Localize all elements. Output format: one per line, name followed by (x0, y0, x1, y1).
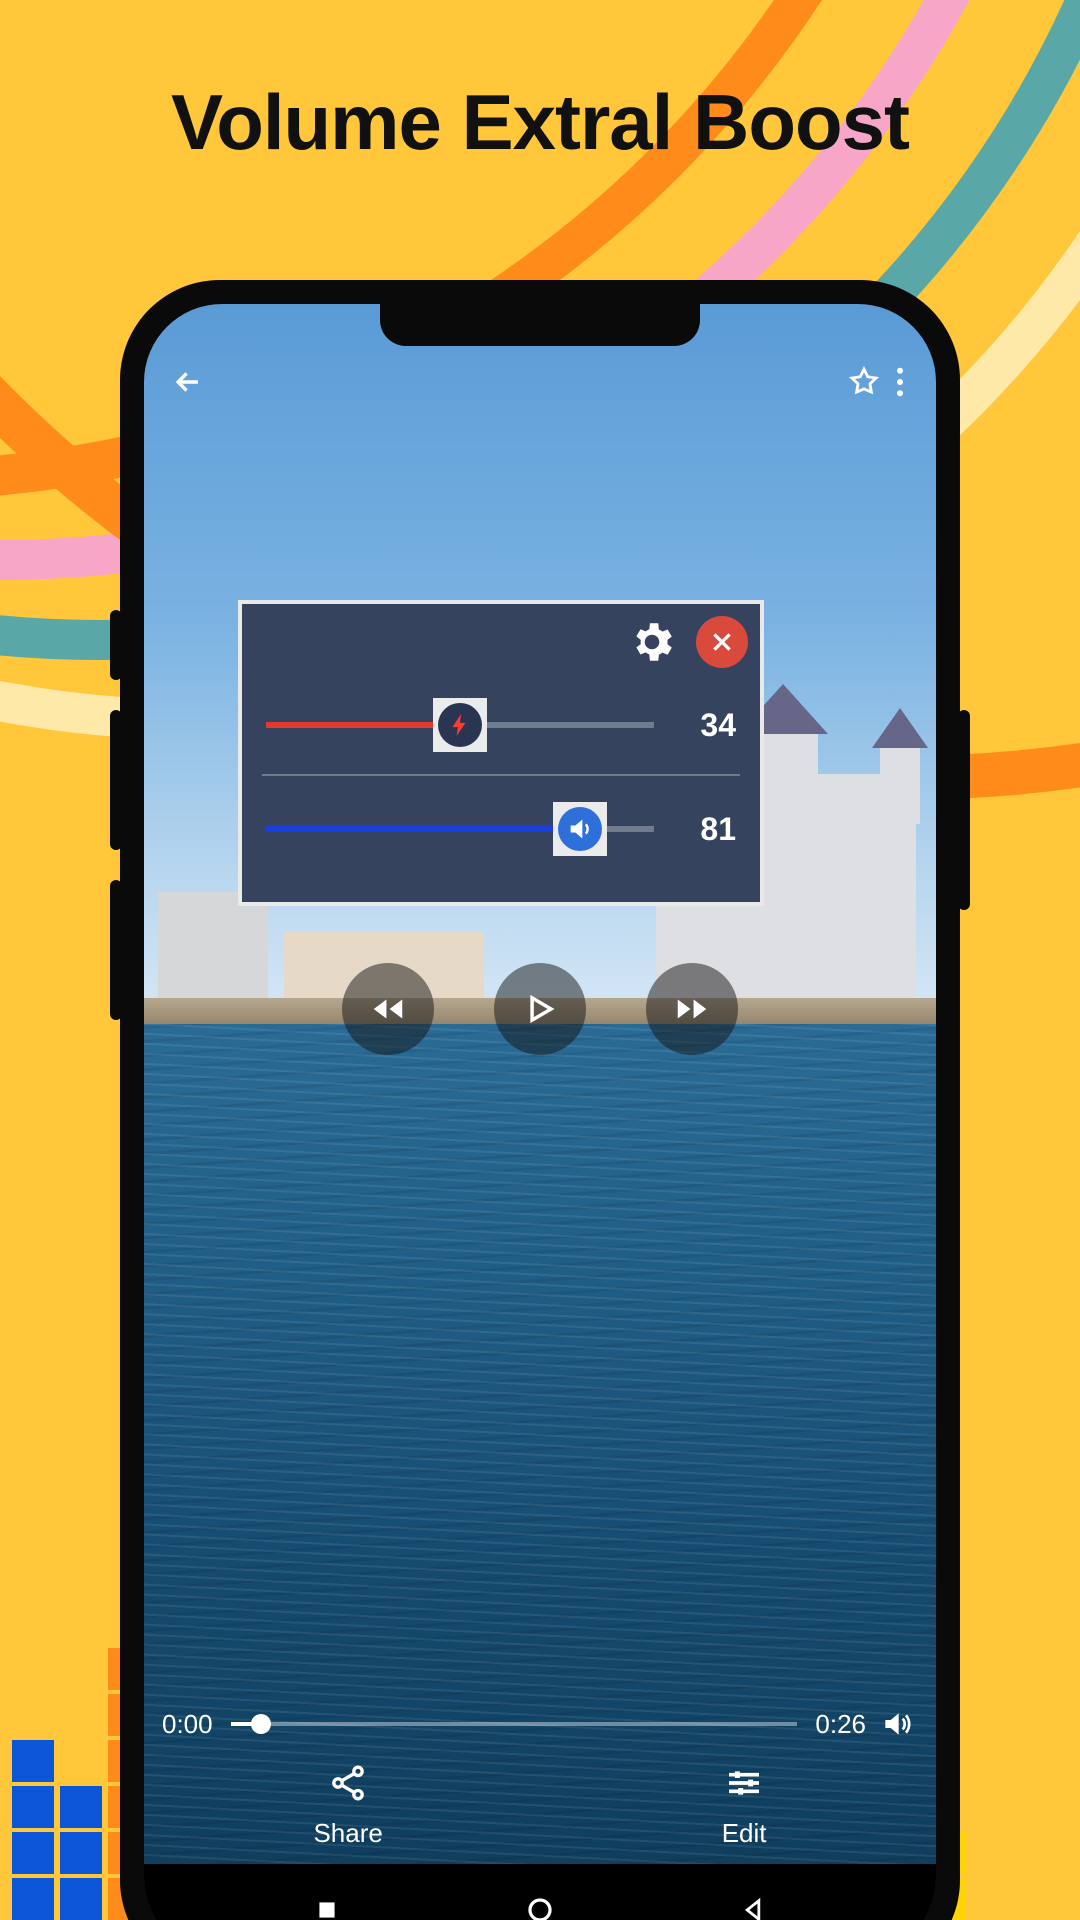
android-navbar (144, 1864, 936, 1920)
favorite-icon[interactable] (842, 360, 886, 404)
promo-headline: Volume Extral Boost (0, 80, 1080, 164)
phone-notch (380, 304, 700, 346)
volume-slider-thumb[interactable] (553, 802, 607, 856)
app-toolbar (144, 350, 936, 414)
volume-boost-panel: 34 81 (238, 600, 764, 906)
duration: 0:26 (815, 1709, 866, 1740)
back-icon[interactable] (166, 360, 210, 404)
current-time: 0:00 (162, 1709, 213, 1740)
video-player-app: 34 81 (144, 304, 936, 1920)
action-row: Share Edit (144, 1756, 936, 1856)
sound-icon[interactable] (874, 1702, 918, 1746)
close-icon[interactable] (696, 616, 748, 668)
boost-slider-row: 34 (266, 690, 736, 760)
rewind-button[interactable] (342, 963, 434, 1055)
forward-button[interactable] (646, 963, 738, 1055)
nav-home-icon[interactable] (510, 1880, 570, 1920)
volume-slider[interactable] (266, 826, 654, 832)
phone-side-button (110, 710, 122, 850)
play-button[interactable] (494, 963, 586, 1055)
edit-label: Edit (722, 1818, 767, 1849)
tune-icon (724, 1763, 764, 1810)
nav-back-icon[interactable] (723, 1880, 783, 1920)
seek-bar[interactable] (231, 1722, 798, 1726)
volume-icon (558, 807, 602, 851)
playback-controls (144, 954, 936, 1064)
volume-value: 81 (678, 811, 736, 848)
overflow-icon[interactable] (886, 360, 914, 404)
boost-slider[interactable] (266, 722, 654, 728)
nav-recents-icon[interactable] (297, 1880, 357, 1920)
share-label: Share (313, 1818, 382, 1849)
boost-value: 34 (678, 707, 736, 744)
lightning-icon (438, 703, 482, 747)
settings-icon[interactable] (624, 614, 680, 670)
phone-side-button (958, 710, 970, 910)
phone-side-button (110, 880, 122, 1020)
panel-divider (262, 774, 740, 776)
boost-slider-thumb[interactable] (433, 698, 487, 752)
volume-slider-row: 81 (266, 794, 736, 864)
phone-side-button (110, 610, 122, 680)
phone-frame: 34 81 (120, 280, 960, 1920)
share-icon (328, 1763, 368, 1810)
phone-screen: 34 81 (144, 304, 936, 1920)
seek-thumb[interactable] (251, 1714, 271, 1734)
share-button[interactable]: Share (313, 1763, 382, 1849)
seek-bar-row: 0:00 0:26 (162, 1702, 918, 1746)
video-preview[interactable] (144, 304, 936, 1920)
promo-background: Volume Extral Boost (0, 0, 1080, 1920)
edit-button[interactable]: Edit (722, 1763, 767, 1849)
